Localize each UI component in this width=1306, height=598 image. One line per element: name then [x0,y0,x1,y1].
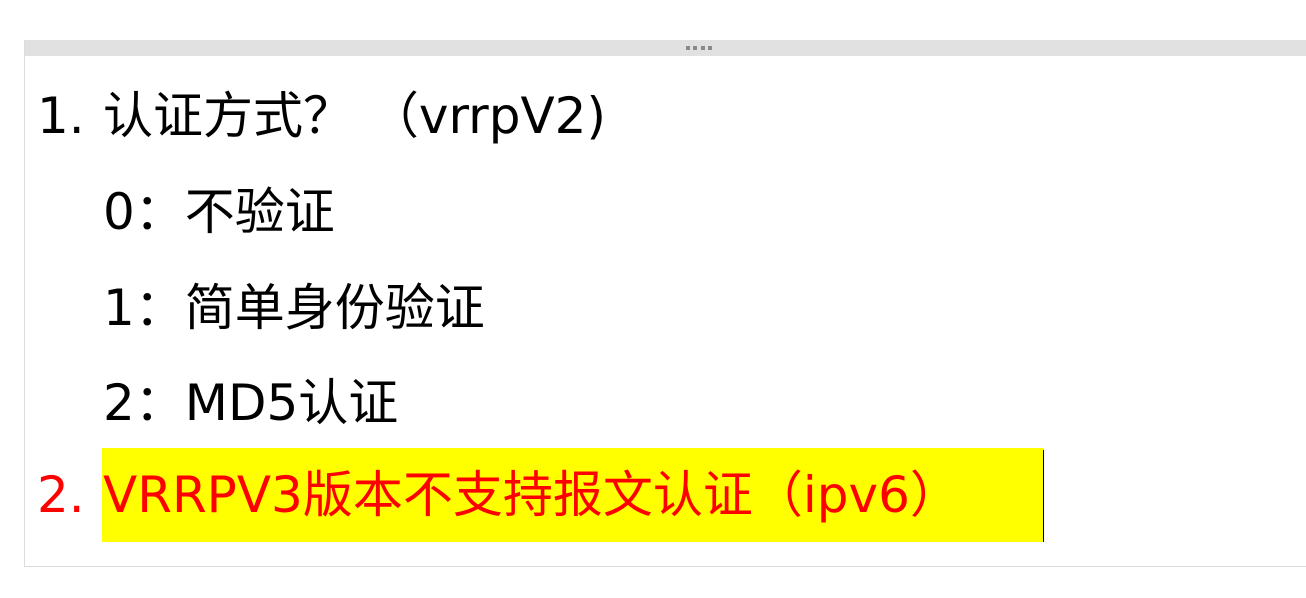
text-cursor [1043,450,1044,542]
list-number-2: 2. [37,466,85,524]
grip-icon[interactable] [686,46,712,50]
list-text-2: VRRPV3版本不支持报文认证（ipv6） [103,466,960,524]
list-text-1: 认证方式？ （vrrpV2) [103,87,606,145]
option-2-text: 2：MD5认证 [103,374,399,432]
option-1-text: 1：简单身份验证 [103,279,485,337]
text-box-frame[interactable]: 1. 认证方式？ （vrrpV2) 0：不验证 1：简单身份验证 2：MD5认证… [24,40,1306,567]
option-0-text: 0：不验证 [103,183,335,241]
list-number-1: 1. [37,87,85,145]
resize-handle-bar[interactable] [25,40,1306,56]
